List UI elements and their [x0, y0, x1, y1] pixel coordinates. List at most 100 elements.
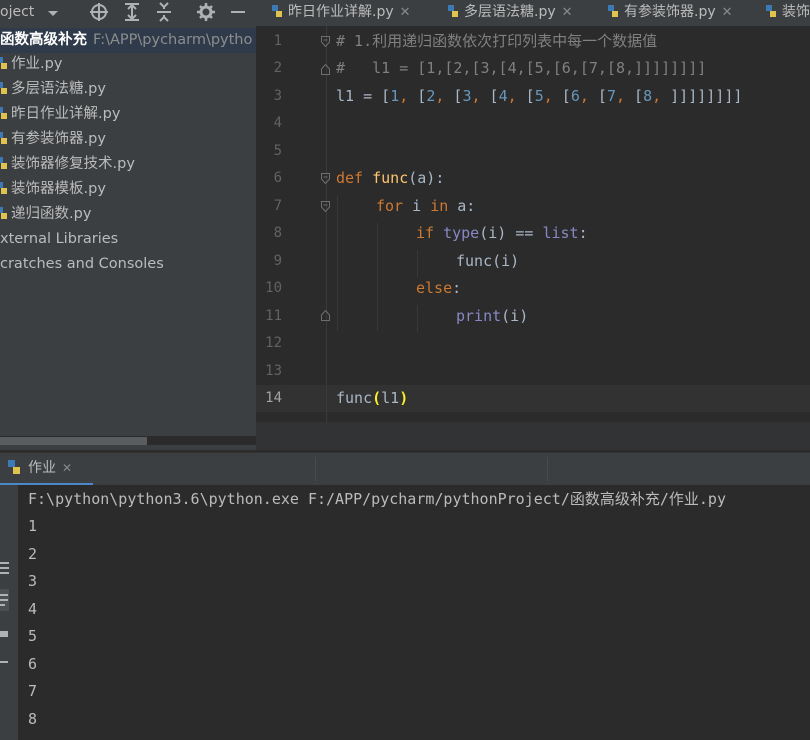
rerun-icon[interactable]: [0, 561, 9, 575]
close-icon[interactable]: ✕: [562, 5, 573, 20]
run-side-toolbar: [0, 485, 18, 740]
python-file-icon: [446, 2, 460, 17]
python-file-icon: [0, 79, 9, 94]
python-file-icon: [764, 2, 778, 17]
tab-multilayer-sugar[interactable]: 多层语法糖.py ✕: [446, 0, 573, 26]
tree-file[interactable]: 装饰器模板.py: [0, 177, 106, 202]
tree-file[interactable]: 递归函数.py: [0, 202, 91, 227]
tree-file[interactable]: 作业.py: [0, 52, 62, 77]
indent-guide: [337, 196, 338, 331]
dropdown-icon[interactable]: [43, 0, 63, 26]
python-file-icon: [270, 2, 284, 17]
python-file-icon: [606, 2, 620, 17]
line-number: 7: [273, 198, 282, 214]
console-output-line: 7: [28, 682, 38, 700]
tree-scratches-consoles[interactable]: cratches and Consoles: [0, 252, 164, 277]
indent-guide: [417, 305, 418, 332]
tab-yesterday-homework[interactable]: 昨日作业详解.py ✕: [270, 0, 411, 26]
editor-tabs: 昨日作业详解.py ✕ 多层语法糖.py ✕ 有参装饰器.py ✕ 装饰: [256, 0, 810, 26]
project-view-label[interactable]: oject: [0, 0, 34, 26]
tab-label: 昨日作业详解.py: [288, 4, 394, 20]
code-line-8: if type(i) == list:: [416, 224, 588, 242]
header-divider: [315, 457, 316, 481]
code-line-10: else:: [416, 279, 462, 297]
tree-file-label: 作业.py: [11, 56, 63, 72]
line-number: 12: [265, 335, 282, 351]
fold-end-icon[interactable]: [321, 310, 330, 321]
fold-end-icon[interactable]: [321, 64, 330, 75]
tree-file[interactable]: 装饰器修复技术.py: [0, 152, 135, 177]
line-number: 10: [265, 280, 282, 296]
python-file-icon: [0, 179, 9, 194]
console-command-line: F:\python\python3.6\python.exe F:/APP/py…: [28, 490, 726, 508]
project-tree: 函数高级补充 F:\APP\pycharm\pytho 作业.py 多层语法糖.p…: [0, 26, 256, 436]
pin-icon[interactable]: [0, 655, 9, 669]
line-number: 5: [273, 143, 282, 159]
tree-file-label: 装饰器模板.py: [11, 181, 106, 197]
gear-icon[interactable]: [196, 0, 216, 26]
fold-marker-icon[interactable]: [321, 36, 330, 47]
line-number: 2: [273, 60, 282, 76]
tree-file[interactable]: 多层语法糖.py: [0, 77, 106, 102]
close-icon[interactable]: ✕: [400, 5, 411, 20]
gutter-separator: [326, 26, 327, 422]
tree-external-libraries[interactable]: xternal Libraries: [0, 227, 118, 252]
fold-marker-icon[interactable]: [321, 173, 330, 184]
tree-file-label: 昨日作业详解.py: [11, 106, 121, 122]
python-file-icon: [6, 456, 22, 474]
collapse-all-icon[interactable]: [154, 0, 174, 26]
indent-guide: [417, 250, 418, 277]
print-icon[interactable]: [0, 627, 9, 641]
locate-icon[interactable]: [89, 0, 109, 26]
close-icon[interactable]: ✕: [62, 461, 72, 475]
code-line-2: # l1 = [1,[2,[3,[4,[5,[6,[7,[8,]]]]]]]]: [336, 59, 707, 77]
tree-root-name: 函数高级补充: [0, 32, 87, 48]
line-number: 6: [273, 170, 282, 186]
python-file-icon: [0, 154, 9, 169]
tab-param-decorator[interactable]: 有参装饰器.py ✕: [606, 0, 733, 26]
console-output-line: 5: [28, 627, 38, 645]
tree-horizontal-scrollbar[interactable]: [0, 437, 147, 445]
tab-label: 多层语法糖.py: [464, 4, 556, 20]
minimize-icon[interactable]: [228, 0, 248, 26]
run-tab[interactable]: 作业 ✕: [0, 453, 93, 486]
fold-marker-icon[interactable]: [321, 201, 330, 212]
line-number: 13: [265, 363, 282, 379]
python-file-icon: [0, 204, 9, 219]
code-line-6: def func(a):: [336, 169, 445, 187]
console-output-line: 2: [28, 545, 38, 563]
line-number: 1: [273, 33, 282, 49]
tree-file[interactable]: 有参装饰器.py: [0, 127, 106, 152]
console-output-line: 4: [28, 600, 38, 618]
line-number-current: 14: [265, 390, 282, 406]
expand-all-icon[interactable]: [122, 0, 142, 26]
tree-file-label: 多层语法糖.py: [11, 81, 106, 97]
python-file-icon: [0, 129, 9, 144]
code-line-9: func(i): [456, 252, 520, 270]
code-line-1: # 1.利用递归函数依次打印列表中每一个数据值: [336, 32, 658, 50]
tree-file-label: 装饰器修复技术.py: [11, 156, 135, 172]
tree-root-folder[interactable]: 函数高级补充 F:\APP\pycharm\pytho: [0, 28, 256, 53]
tree-file[interactable]: 昨日作业详解.py: [0, 102, 120, 127]
indent-guide: [377, 223, 378, 331]
code-line-3: l1 = [1, [2, [3, [4, [5, [6, [7, [8, ]]]…: [336, 87, 743, 105]
editor-bottom-strip: [256, 422, 810, 450]
code-line-7: for i in a:: [376, 197, 476, 215]
code-line-14: func(l1): [336, 389, 409, 407]
run-tab-label: 作业: [28, 460, 56, 476]
line-number: 8: [273, 225, 282, 241]
console-output-line: 1: [28, 517, 38, 535]
close-icon[interactable]: ✕: [722, 5, 733, 20]
console-output-line: 3: [28, 572, 38, 590]
line-number: 4: [273, 115, 282, 131]
tab-decorator-overflow[interactable]: 装饰: [764, 0, 810, 26]
code-line-11: print(i): [456, 307, 529, 325]
header-divider: [547, 457, 548, 481]
tab-label: 有参装饰器.py: [624, 4, 716, 20]
console-output-line: 8: [28, 710, 38, 728]
line-number: 9: [273, 253, 282, 269]
soft-wrap-icon[interactable]: [0, 589, 9, 611]
console-output-line: 6: [28, 655, 38, 673]
run-console-output[interactable]: [18, 485, 810, 740]
tree-file-label: 有参装饰器.py: [11, 131, 106, 147]
